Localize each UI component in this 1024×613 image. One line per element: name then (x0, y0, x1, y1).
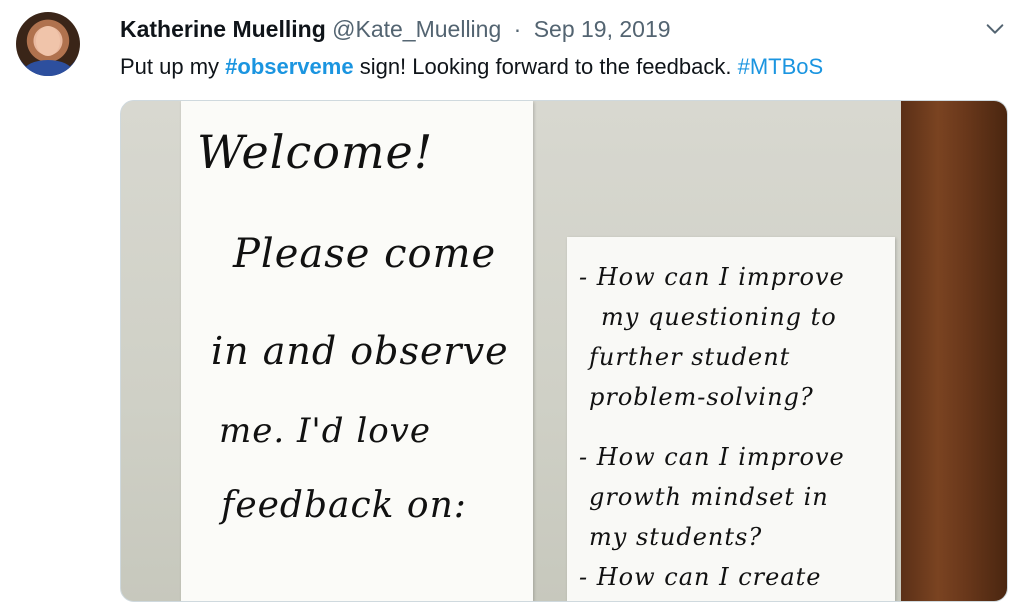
sign-right-line: my students? (589, 523, 763, 551)
sign-left-line: Welcome! (197, 125, 434, 179)
sign-left-line: in and observe (211, 329, 509, 373)
separator-dot: · (513, 16, 522, 42)
sign-right-line: growth mindset in (589, 483, 829, 511)
sign-right: - How can I improve my questioning to fu… (567, 237, 895, 601)
sign-left-line: Please come (233, 231, 497, 277)
sign-left-line: feedback on: (221, 485, 467, 526)
tweet-header: Katherine Muelling @Kate_Muelling · Sep … (120, 16, 671, 43)
sign-right-line: - How can I create (579, 563, 822, 591)
tweet-photo[interactable]: Welcome! Please come in and observe me. … (120, 100, 1008, 602)
tweet-text-mid: sign! Looking forward to the feedback. (353, 54, 738, 79)
chevron-down-icon[interactable] (984, 18, 1006, 40)
sign-right-line: my questioning to (601, 303, 837, 331)
author-name[interactable]: Katherine Muelling (120, 16, 326, 42)
sign-right-line: - How can I improve (579, 263, 845, 291)
avatar[interactable] (16, 12, 80, 76)
sign-left: Welcome! Please come in and observe me. … (181, 101, 533, 601)
sign-left-line: me. I'd love (219, 411, 431, 451)
avatar-face (36, 26, 60, 56)
avatar-shirt (24, 60, 72, 76)
sign-right-line: - How can I improve (579, 443, 845, 471)
tweet-text-pre: Put up my (120, 54, 226, 79)
sign-right-line: problem-solving? (589, 383, 814, 411)
tweet-text: Put up my #observeme sign! Looking forwa… (120, 54, 823, 80)
tweet-date[interactable]: Sep 19, 2019 (534, 16, 671, 42)
author-handle[interactable]: @Kate_Muelling (332, 16, 501, 42)
sign-right-line: further student (589, 343, 791, 371)
hashtag-observeme[interactable]: #observeme (225, 54, 353, 79)
hashtag-mtbos[interactable]: #MTBoS (738, 54, 824, 79)
door-frame (901, 101, 1007, 601)
